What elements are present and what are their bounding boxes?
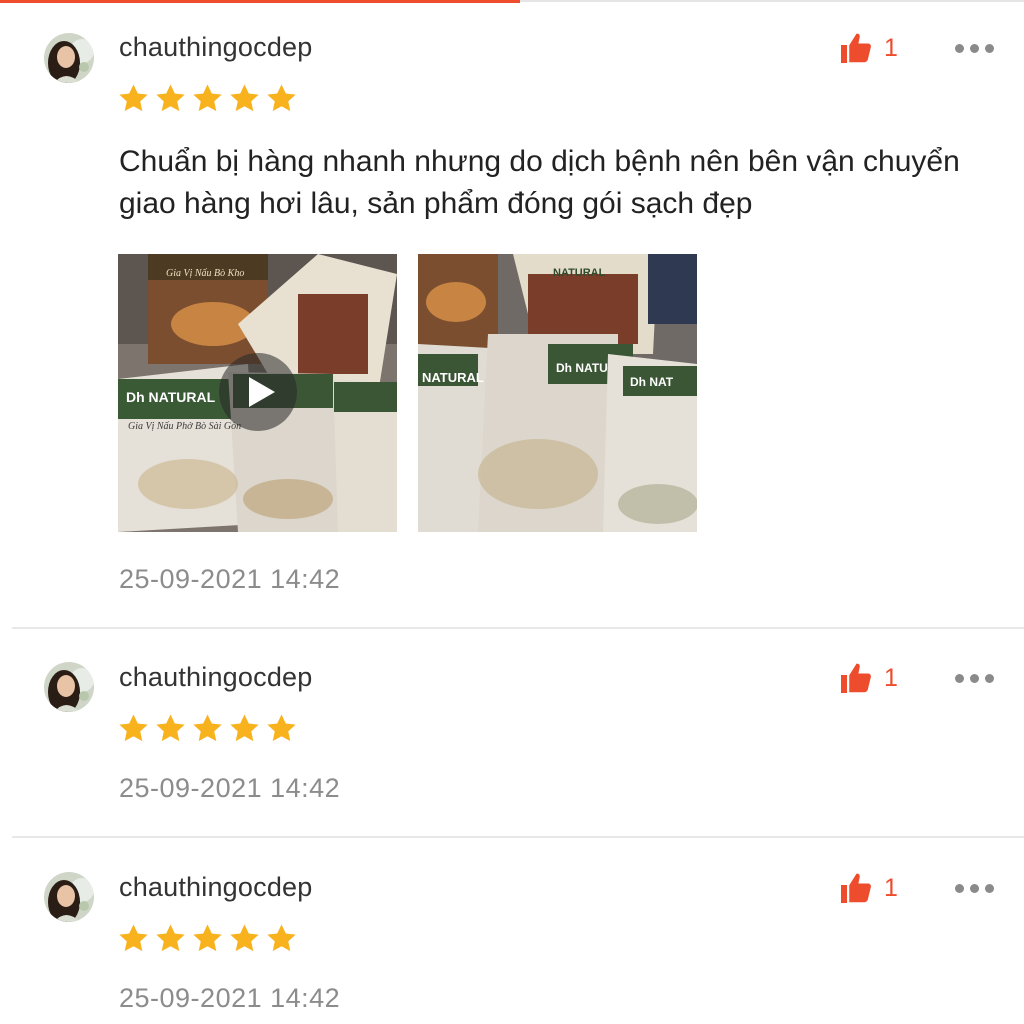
play-icon: [219, 353, 297, 431]
review-item: chauthingocdep 1 25-09-2021 14:42: [0, 630, 1024, 838]
svg-text:Gia Vị Nấu Bò Kho: Gia Vị Nấu Bò Kho: [166, 268, 244, 279]
like-button[interactable]: 1: [838, 660, 898, 696]
more-dots-icon: [955, 44, 964, 53]
star-icon: [267, 714, 296, 742]
star-icon: [267, 924, 296, 952]
star-rating: [117, 922, 298, 955]
review-item: chauthingocdep 1 25-09-2021 14:42: [0, 840, 1024, 1024]
like-count: 1: [884, 33, 898, 62]
star-icon: [193, 84, 222, 112]
avatar[interactable]: [44, 662, 94, 712]
avatar[interactable]: [44, 33, 94, 83]
svg-text:Dh NAT: Dh NAT: [630, 375, 674, 389]
star-rating: [117, 82, 298, 115]
review-video-thumbnail[interactable]: Dh NATURAL Gia Vị Nấu Phở Bò Sài Gòn Gia…: [118, 254, 397, 532]
thumbs-up-icon: [841, 873, 871, 903]
review-timestamp: 25-09-2021 14:42: [119, 773, 341, 803]
like-button[interactable]: 1: [838, 870, 898, 906]
star-icon: [193, 924, 222, 952]
like-count: 1: [884, 873, 898, 902]
star-icon: [193, 714, 222, 742]
reviewer-username: chauthingocdep: [119, 872, 313, 902]
star-icon: [267, 84, 296, 112]
star-icon: [119, 714, 148, 742]
svg-text:NATURAL: NATURAL: [422, 370, 484, 385]
review-media-list: Dh NATURAL Gia Vị Nấu Phở Bò Sài Gòn Gia…: [118, 254, 697, 532]
more-options-button[interactable]: [955, 878, 994, 899]
review-timestamp: 25-09-2021 14:42: [119, 564, 341, 594]
review-item: chauthingocdep 1 Chuẩn bị hàng nhanh như…: [0, 0, 1024, 628]
avatar[interactable]: [44, 872, 94, 922]
like-button[interactable]: 1: [838, 30, 898, 66]
reviewer-username: chauthingocdep: [119, 32, 313, 62]
star-icon: [230, 924, 259, 952]
review-timestamp: 25-09-2021 14:42: [119, 983, 341, 1013]
more-dots-icon: [955, 674, 964, 683]
review-divider: [12, 627, 1024, 629]
review-divider: [12, 836, 1024, 838]
star-icon: [156, 84, 185, 112]
reviewer-username: chauthingocdep: [119, 662, 313, 692]
review-image-thumbnail[interactable]: NATURAL Dh NATU Dh NAT NATURAL: [418, 254, 697, 532]
star-icon: [230, 84, 259, 112]
star-icon: [119, 924, 148, 952]
more-options-button[interactable]: [955, 38, 994, 59]
thumbs-up-icon: [841, 663, 871, 693]
svg-text:NATURAL: NATURAL: [553, 267, 606, 279]
review-comment: Chuẩn bị hàng nhanh nhưng do dịch bệnh n…: [119, 145, 960, 220]
star-rating: [117, 712, 298, 745]
svg-text:Dh NATURAL: Dh NATURAL: [126, 389, 216, 405]
more-dots-icon: [955, 884, 964, 893]
star-icon: [156, 714, 185, 742]
thumbs-up-icon: [841, 33, 871, 63]
more-options-button[interactable]: [955, 668, 994, 689]
like-count: 1: [884, 663, 898, 692]
star-icon: [230, 714, 259, 742]
star-icon: [156, 924, 185, 952]
svg-text:Dh NATU: Dh NATU: [556, 361, 608, 375]
star-icon: [119, 84, 148, 112]
